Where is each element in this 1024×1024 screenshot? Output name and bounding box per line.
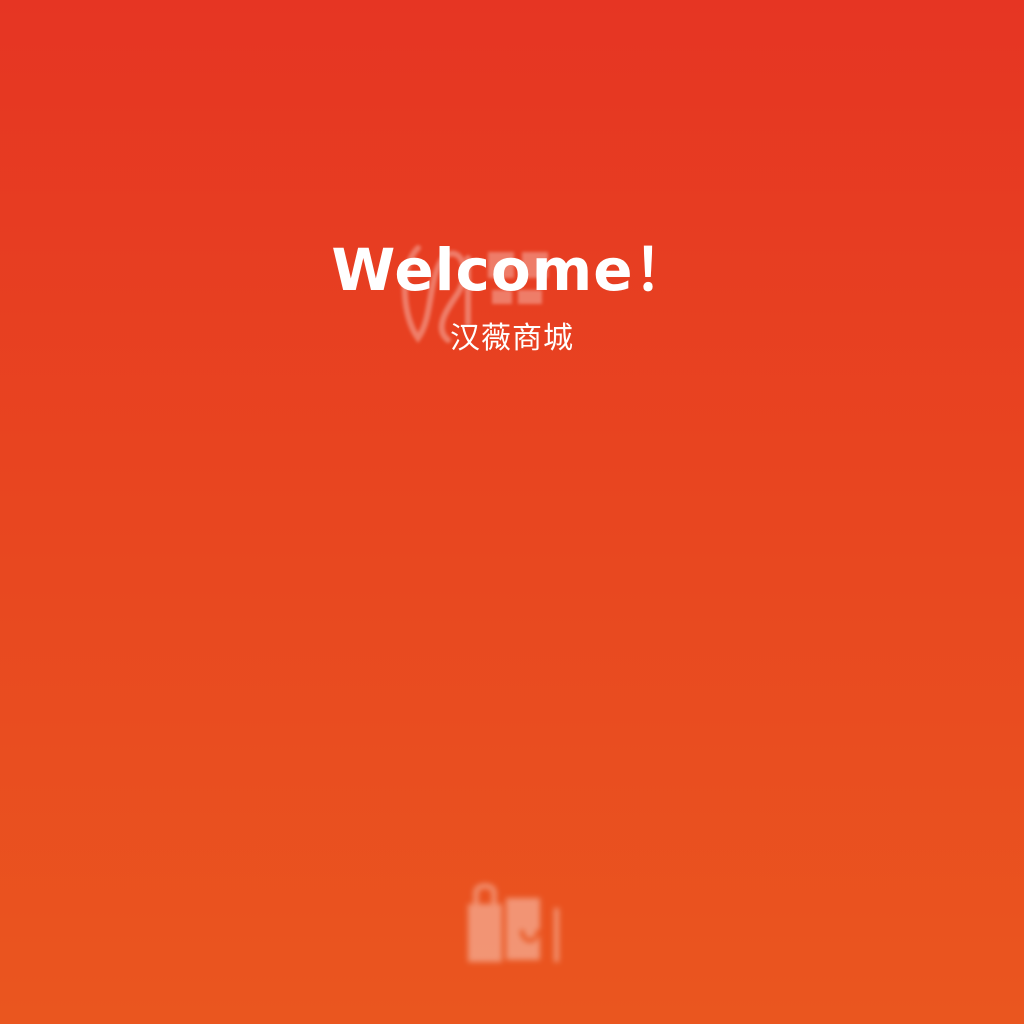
shopping-bag-icon xyxy=(468,883,559,962)
splash-screen: Welcome！ 汉薇商城 xyxy=(0,0,1024,1024)
app-name-title: 汉薇商城 xyxy=(450,321,574,356)
welcome-heading: Welcome！ xyxy=(331,236,693,304)
